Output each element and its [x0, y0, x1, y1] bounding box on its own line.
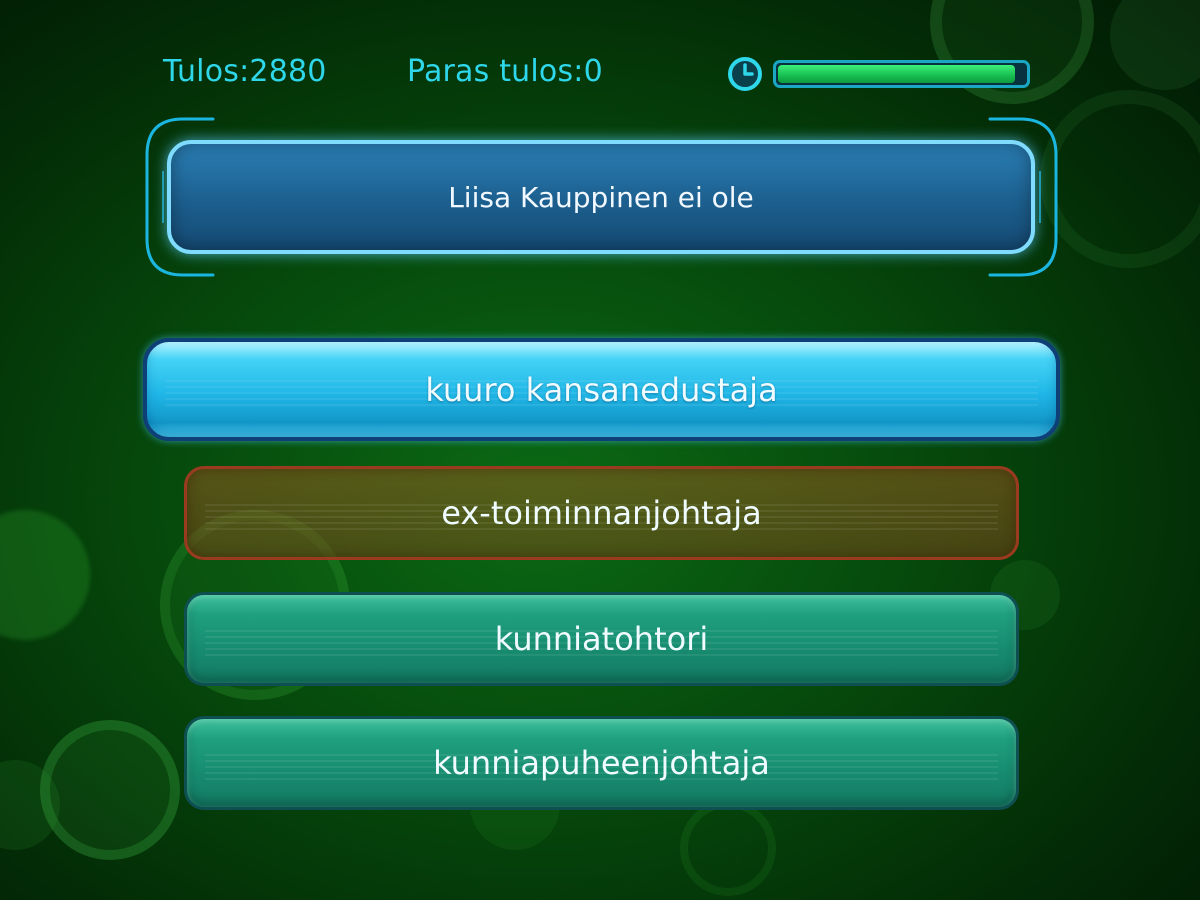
answer-label: kunniatohtori [494, 620, 709, 658]
timer-bar [773, 60, 1030, 88]
background-bokeh [1110, 0, 1200, 90]
best-score-label: Paras tulos: [407, 54, 584, 89]
background-bokeh [1040, 90, 1200, 268]
background-bokeh [680, 800, 776, 896]
answer-button-1[interactable]: kuuro kansanedustaja [143, 338, 1060, 441]
answer-label: kunniapuheenjohtaja [433, 744, 770, 782]
timer-bar-fill [778, 65, 1015, 83]
best-score-value: 0 [583, 54, 603, 89]
question-box: Liisa Kauppinen ei ole [167, 140, 1035, 254]
background-bokeh [930, 0, 1094, 104]
question-text: Liisa Kauppinen ei ole [448, 180, 754, 214]
score-label: Tulos: [163, 54, 250, 89]
answer-button-3[interactable]: kunniatohtori [184, 592, 1019, 686]
background-bokeh [40, 720, 180, 860]
score-display: Tulos:2880 [163, 54, 327, 89]
answer-label: ex-toiminnanjohtaja [441, 494, 762, 532]
clock-icon [727, 56, 763, 92]
background-bokeh [0, 760, 60, 850]
score-value: 2880 [249, 54, 327, 89]
answer-button-2[interactable]: ex-toiminnanjohtaja [184, 466, 1019, 560]
answer-button-4[interactable]: kunniapuheenjohtaja [184, 716, 1019, 810]
background-bokeh [0, 510, 90, 640]
answer-label: kuuro kansanedustaja [425, 370, 778, 409]
best-score-display: Paras tulos:0 [407, 54, 603, 89]
